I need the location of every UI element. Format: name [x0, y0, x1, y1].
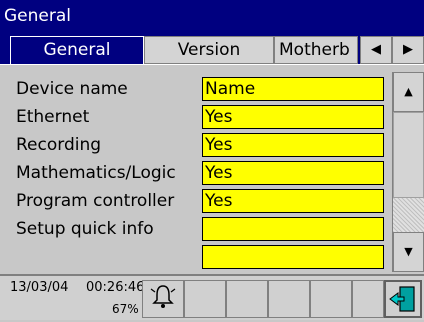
ethernet-field[interactable]: Yes — [202, 105, 384, 129]
setting-label: Setup quick info — [16, 219, 154, 239]
scroll-track[interactable] — [393, 198, 424, 232]
alarm-button[interactable] — [142, 280, 184, 318]
settings-panel: Device name Name Ethernet Yes Recording … — [0, 64, 424, 274]
blank-field[interactable] — [202, 245, 384, 269]
tab-scroll-right-button[interactable]: ▶ — [392, 36, 424, 64]
exit-door-icon — [389, 286, 415, 312]
device-name-field[interactable]: Name — [202, 77, 384, 101]
scroll-down-button[interactable]: ▼ — [393, 232, 424, 272]
recording-field[interactable]: Yes — [202, 133, 384, 157]
scroll-up-button[interactable]: ▲ — [393, 72, 424, 112]
tab-version[interactable]: Version — [144, 36, 274, 64]
arrow-right-icon: ▶ — [403, 42, 413, 57]
tab-scroll-left-button[interactable]: ◀ — [360, 36, 392, 64]
scroll-thumb[interactable] — [393, 112, 424, 198]
status-time: 00:26:46 — [86, 280, 145, 295]
exit-button[interactable] — [384, 280, 422, 318]
bell-icon — [150, 285, 176, 308]
setting-label: Ethernet — [16, 107, 90, 127]
program-controller-field[interactable]: Yes — [202, 189, 384, 213]
status-slot[interactable] — [268, 280, 310, 318]
vertical-scrollbar[interactable]: ▲ ▼ — [392, 72, 424, 272]
setting-label: Recording — [16, 135, 102, 155]
tab-motherboard[interactable]: Motherb — [274, 36, 358, 64]
status-date: 13/03/04 — [10, 280, 69, 295]
status-slot[interactable] — [184, 280, 226, 318]
status-bar: 13/03/04 00:26:46 67% — [0, 274, 424, 320]
status-slot[interactable] — [352, 280, 384, 318]
arrow-down-icon: ▼ — [404, 245, 413, 258]
tab-bar: General Version Motherb ◀ ▶ — [0, 32, 424, 64]
setting-label: Program controller — [16, 191, 175, 211]
setting-label: Device name — [16, 79, 128, 99]
tab-general[interactable]: General — [10, 36, 144, 64]
status-slot[interactable] — [310, 280, 352, 318]
status-slot[interactable] — [226, 280, 268, 318]
memory-percent: 67% — [112, 302, 139, 316]
math-logic-field[interactable]: Yes — [202, 161, 384, 185]
arrow-left-icon: ◀ — [371, 42, 381, 57]
setting-label: Mathematics/Logic — [16, 163, 176, 183]
window-title: General — [0, 0, 424, 32]
arrow-up-icon: ▲ — [404, 85, 413, 98]
setup-quick-info-field[interactable] — [202, 217, 384, 241]
